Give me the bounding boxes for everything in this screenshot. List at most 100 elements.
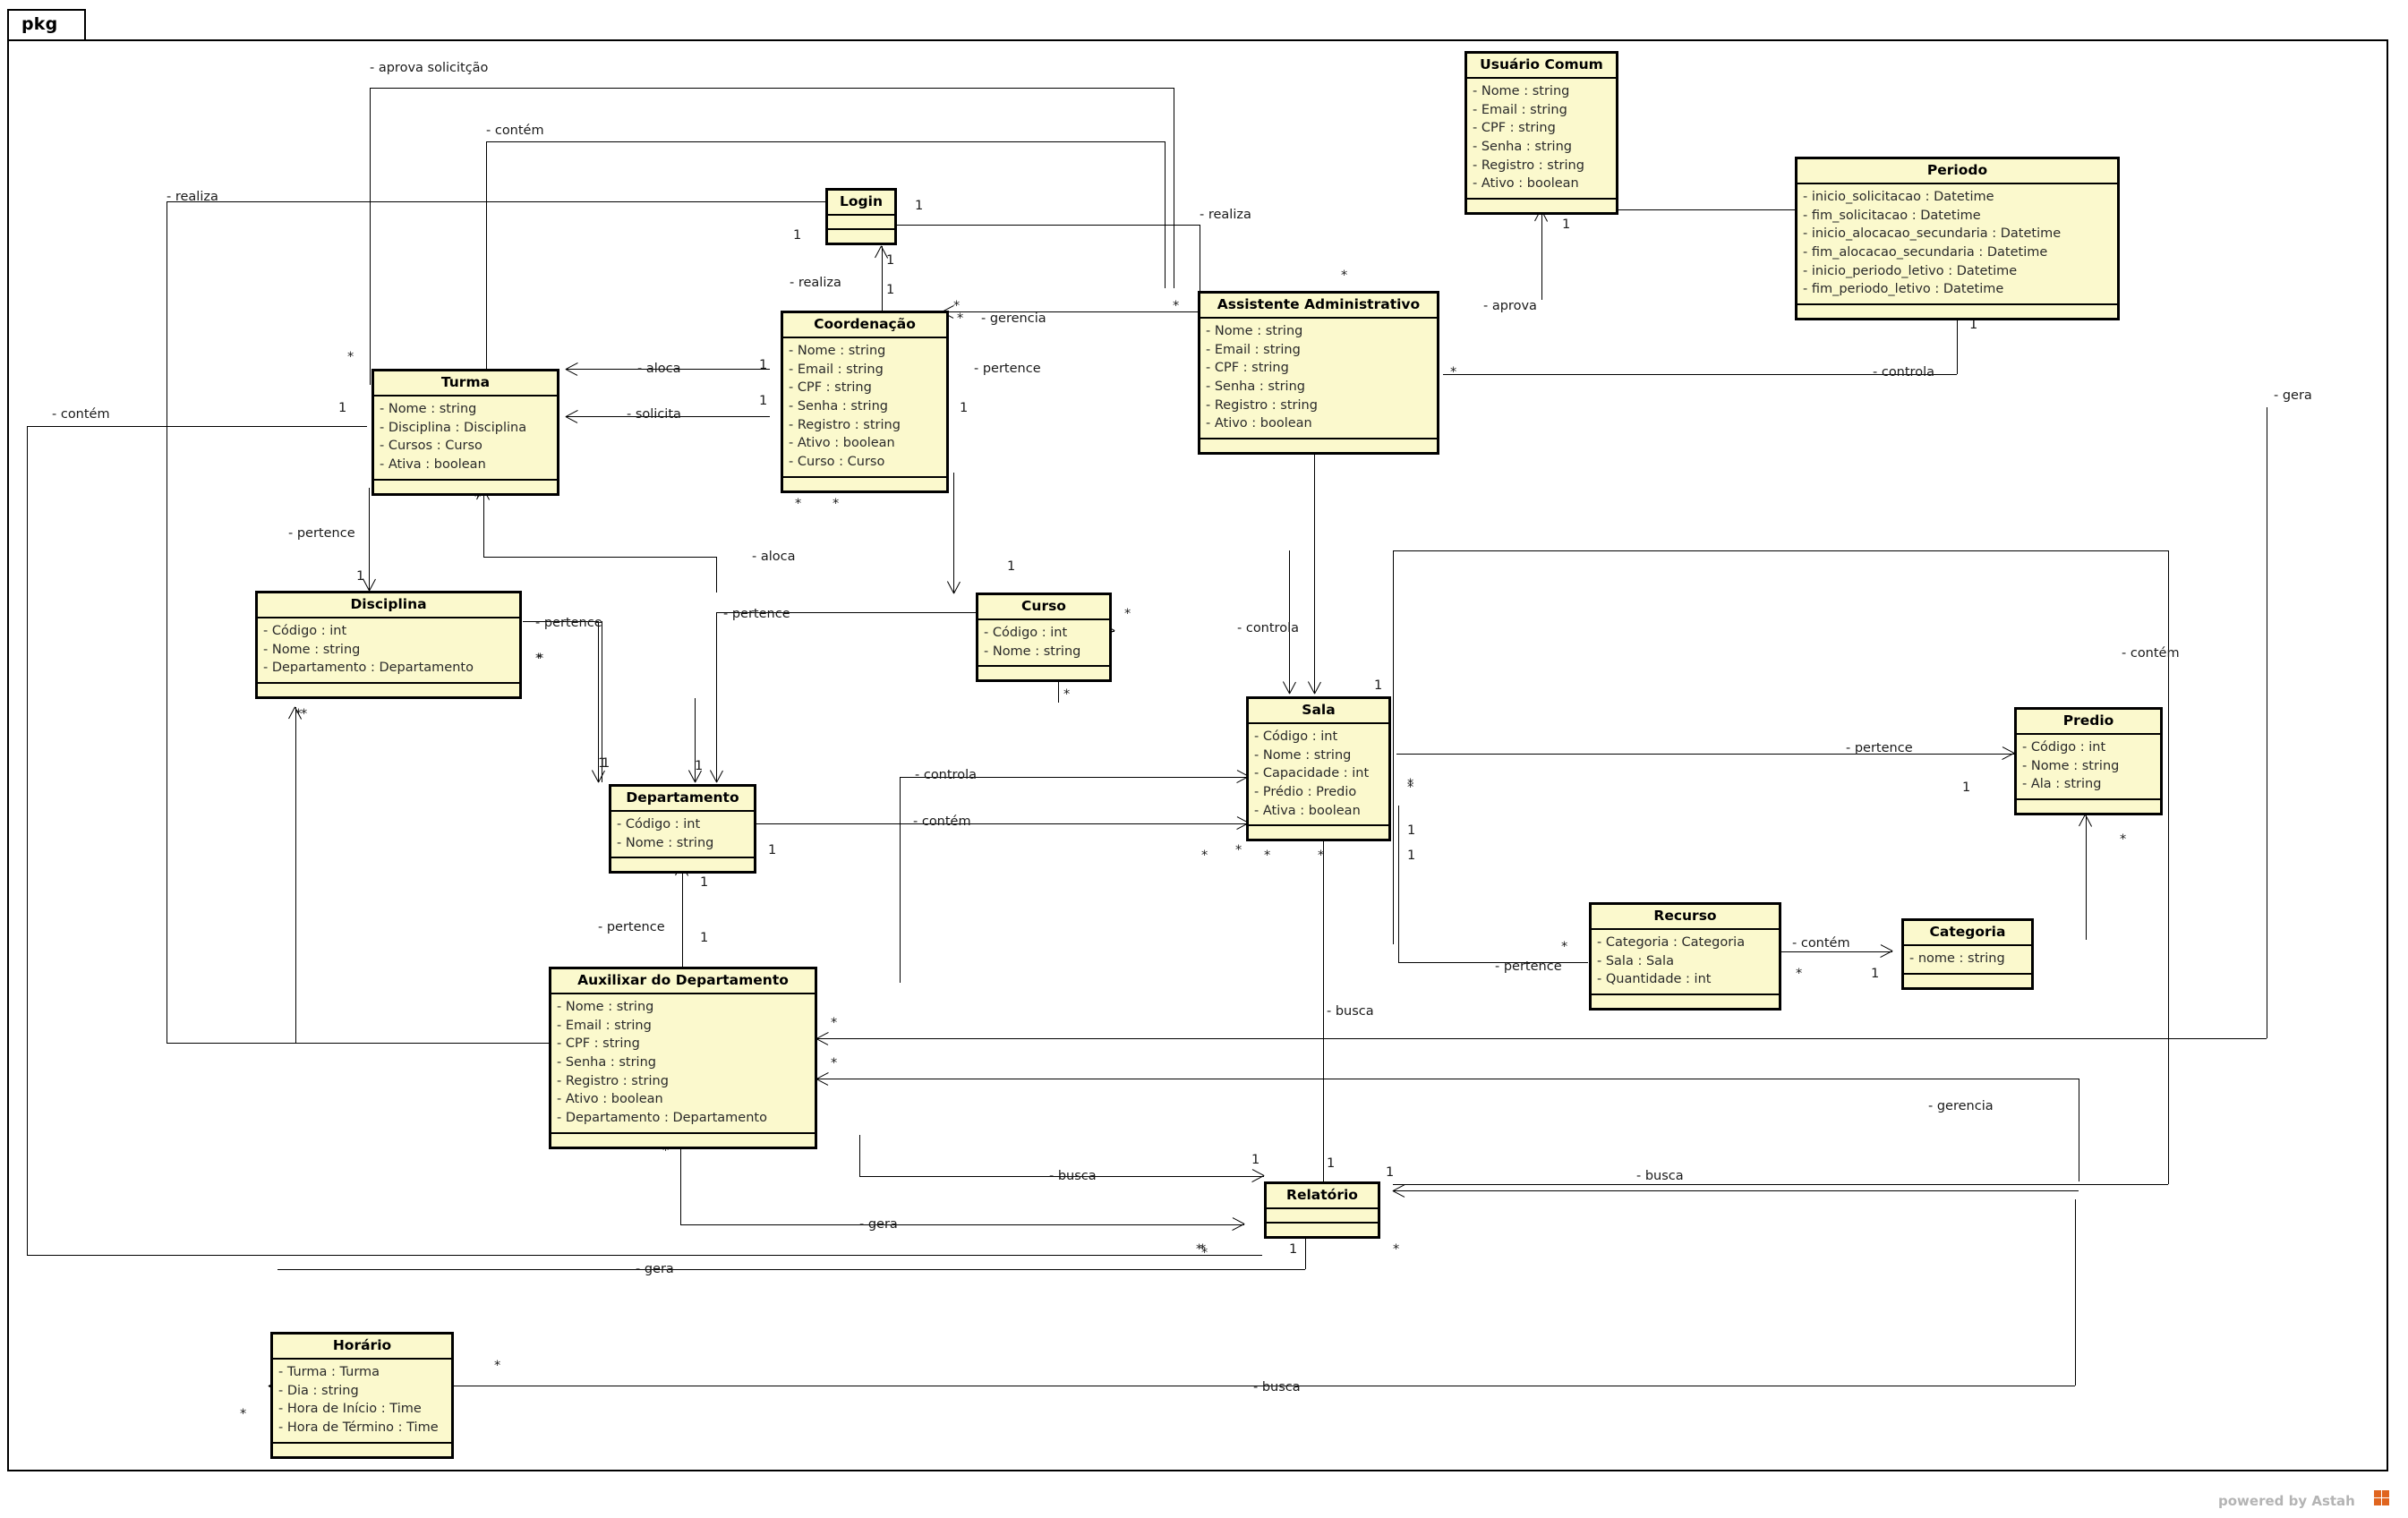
- multiplicity: *: [833, 497, 840, 511]
- edge-label: - pertence: [974, 362, 1041, 376]
- class-box-predio[interactable]: Predio - Código : int - Nome : string - …: [2014, 707, 2163, 816]
- watermark-text: powered by Astah: [2218, 1493, 2355, 1509]
- class-box-usuario-comum[interactable]: Usuário Comum - Nome : string - Email : …: [1464, 51, 1618, 216]
- edge-label: - controla: [915, 768, 977, 782]
- multiplicity: 1: [1386, 1165, 1395, 1180]
- class-attribute: - Nome : string: [1254, 747, 1352, 763]
- multiplicity: 1: [1007, 559, 1016, 574]
- class-box-sala[interactable]: Sala - Código : int - Nome : string - Ca…: [1246, 696, 1391, 842]
- edge-line: [1393, 1190, 2079, 1191]
- class-attribute: - Curso : Curso: [789, 455, 885, 470]
- class-box-periodo[interactable]: Periodo - inicio_solicitacao : Datetime …: [1795, 157, 2120, 321]
- multiplicity: *: [831, 1016, 838, 1030]
- multiplicity: 1: [960, 401, 969, 415]
- multiplicity: *: [1201, 1246, 1208, 1260]
- class-box-recurso[interactable]: Recurso - Categoria : Categoria - Sala :…: [1589, 902, 1781, 1011]
- edge-line: [680, 1224, 1244, 1225]
- class-attributes: - inicio_solicitacao : Datetime - fim_so…: [1797, 184, 2117, 306]
- class-attribute: - Senha : string: [557, 1055, 656, 1070]
- multiplicity: 1: [1407, 849, 1416, 863]
- class-box-horario[interactable]: Horário - Turma : Turma - Dia : string -…: [270, 1332, 454, 1459]
- class-attribute: - fim_solicitacao : Datetime: [1803, 208, 1981, 223]
- class-box-categoria[interactable]: Categoria - nome : string: [1901, 918, 2034, 990]
- edge-line: [859, 1135, 860, 1176]
- class-box-coordenacao[interactable]: Coordenação - Nome : string - Email : st…: [781, 311, 949, 493]
- edge-line: [369, 488, 370, 591]
- class-box-turma[interactable]: Turma - Nome : string - Disciplina : Dis…: [371, 369, 559, 496]
- class-name: Horário: [273, 1335, 451, 1360]
- class-box-assistente-administrativo[interactable]: Assistente Administrativo - Nome : strin…: [1198, 291, 1439, 456]
- class-attribute: - Nome : string: [1473, 83, 1570, 98]
- edge-line: [1396, 754, 2014, 755]
- class-attribute: - Registro : string: [1473, 158, 1584, 173]
- edge-label: - contém: [913, 814, 971, 829]
- class-box-curso[interactable]: Curso - Código : int - Nome : string: [976, 593, 1112, 683]
- edge-line: [278, 1269, 1305, 1270]
- edge-label: - busca: [1636, 1169, 1684, 1183]
- class-attributes: [1267, 1209, 1378, 1224]
- multiplicity: *: [957, 311, 964, 326]
- edge-label: - realiza: [167, 190, 218, 204]
- multiplicity: *: [1561, 940, 1568, 954]
- class-operations: [1249, 826, 1388, 839]
- class-attribute: - Nome : string: [2022, 758, 2120, 773]
- edge-label: - pertence: [723, 607, 790, 621]
- multiplicity: 1: [1327, 1156, 1336, 1171]
- class-operations: [1592, 995, 1779, 1008]
- edge-label: - busca: [1049, 1169, 1097, 1183]
- edge-line: [27, 1255, 1262, 1256]
- class-box-departamento[interactable]: Departamento - Código : int - Nome : str…: [609, 784, 756, 874]
- class-box-auxilixar-do-departamento[interactable]: Auxilixar do Departamento - Nome : strin…: [549, 967, 817, 1149]
- edge-label: - pertence: [1846, 741, 1913, 755]
- class-attribute: - Ativo : boolean: [557, 1092, 663, 1107]
- class-attributes: - Nome : string - Email : string - CPF :…: [1467, 79, 1616, 200]
- class-attribute: - Registro : string: [789, 417, 901, 432]
- multiplicity: *: [831, 1056, 838, 1070]
- multiplicity: 1: [602, 756, 611, 771]
- class-attribute: - Sala : Sala: [1597, 953, 1674, 968]
- class-attribute: - Dia : string: [278, 1383, 359, 1398]
- edge-line: [2086, 814, 2087, 940]
- class-attribute: - Email : string: [1206, 342, 1301, 357]
- class-attribute: - Email : string: [557, 1018, 652, 1033]
- class-box-login[interactable]: Login: [825, 188, 897, 245]
- class-attribute: - Código : int: [617, 816, 701, 831]
- edge-line: [682, 864, 683, 971]
- class-box-disciplina[interactable]: Disciplina - Código : int - Nome : strin…: [255, 591, 522, 700]
- class-attribute: - Hora de Término : Time: [278, 1420, 439, 1436]
- class-box-relatorio[interactable]: Relatório: [1264, 1181, 1380, 1239]
- edge-label: - aloca: [637, 362, 681, 376]
- multiplicity: *: [1318, 849, 1325, 863]
- class-attribute: - Senha : string: [1206, 380, 1305, 395]
- class-attribute: - fim_alocacao_secundaria : Datetime: [1803, 245, 2048, 260]
- class-operations: [258, 684, 519, 696]
- multiplicity: 1: [1289, 1242, 1298, 1257]
- package-tab: pkg: [7, 9, 86, 41]
- edge-line: [1957, 313, 1958, 374]
- multiplicity: *: [795, 497, 802, 511]
- class-operations: [978, 667, 1109, 679]
- edge-label: - aprova solicitção: [370, 61, 489, 75]
- class-attribute: - Nome : string: [617, 835, 714, 850]
- multiplicity: 1: [793, 228, 802, 243]
- edge-label: - solicita: [627, 407, 681, 422]
- multiplicity: 1: [1962, 780, 1971, 795]
- class-name: Predio: [2017, 710, 2160, 735]
- multiplicity: 1: [886, 253, 895, 268]
- class-attribute: - Senha : string: [1473, 140, 1572, 155]
- class-attribute: - Nome : string: [789, 343, 886, 358]
- edge-label: - realiza: [790, 276, 841, 290]
- class-operations: [1467, 200, 1616, 212]
- class-attribute: - inicio_alocacao_secundaria : Datetime: [1803, 226, 2062, 242]
- multiplicity: *: [347, 350, 354, 364]
- class-operations: [551, 1134, 815, 1147]
- class-attribute: - Capacidade : int: [1254, 766, 1370, 781]
- multiplicity: *: [1341, 269, 1348, 283]
- edge-label: - busca: [1327, 1004, 1374, 1019]
- edge-label: - gerencia: [1928, 1099, 1994, 1113]
- multiplicity: 1: [915, 199, 924, 213]
- edge-line: [1165, 141, 1166, 288]
- class-operations: [1904, 975, 2031, 987]
- uml-class-diagram-canvas: pkg - aprova solicitção - contém - reali…: [0, 0, 2408, 1518]
- multiplicity: 1: [695, 759, 704, 773]
